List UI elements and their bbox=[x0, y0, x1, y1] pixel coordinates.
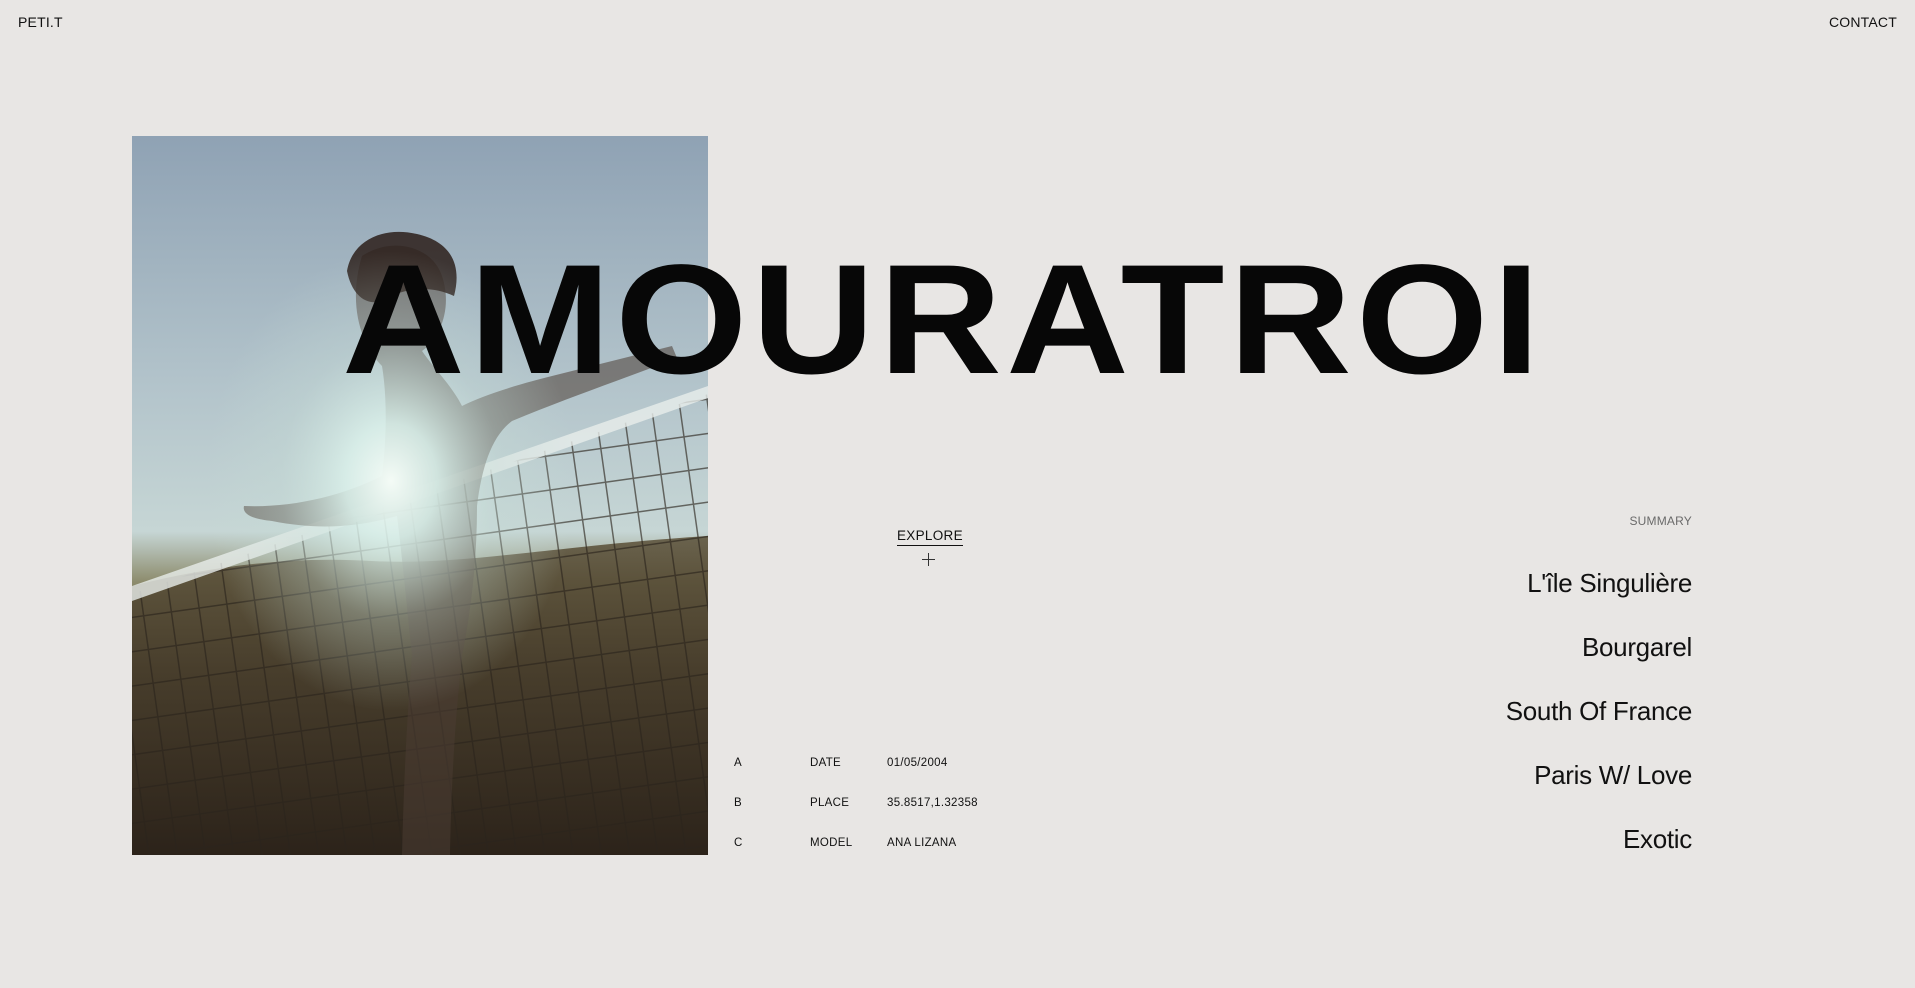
detail-label: PLACE bbox=[810, 797, 850, 809]
summary-item-bourgarel[interactable]: Bourgarel bbox=[1506, 627, 1692, 691]
detail-value: 01/05/2004 bbox=[887, 757, 948, 769]
summary-item-south-of-france[interactable]: South Of France bbox=[1506, 691, 1693, 755]
hero-title: AMOURATROI bbox=[342, 233, 1545, 407]
detail-key: A bbox=[734, 757, 742, 769]
brand-logo[interactable]: PETI.T bbox=[18, 14, 63, 30]
contact-link[interactable]: CONTACT bbox=[1829, 14, 1897, 30]
summary-item-paris-w-love[interactable]: Paris W/ Love bbox=[1506, 755, 1692, 819]
detail-key: B bbox=[734, 797, 742, 809]
summary-item-exotic[interactable]: Exotic bbox=[1506, 819, 1692, 883]
explore-link[interactable]: EXPLORE bbox=[897, 528, 963, 546]
detail-value: 35.8517,1.32358 bbox=[887, 797, 978, 809]
summary-list: L'île Singulière Bourgarel South Of Fran… bbox=[1506, 563, 1693, 883]
detail-label: DATE bbox=[810, 757, 842, 769]
summary-item-ile-singuliere[interactable]: L'île Singulière bbox=[1506, 563, 1692, 627]
detail-value: ANA LIZANA bbox=[887, 837, 957, 849]
detail-label: MODEL bbox=[810, 837, 853, 849]
plus-icon[interactable] bbox=[922, 553, 935, 566]
summary-heading: SUMMARY bbox=[1629, 514, 1692, 528]
detail-key: C bbox=[734, 837, 743, 849]
